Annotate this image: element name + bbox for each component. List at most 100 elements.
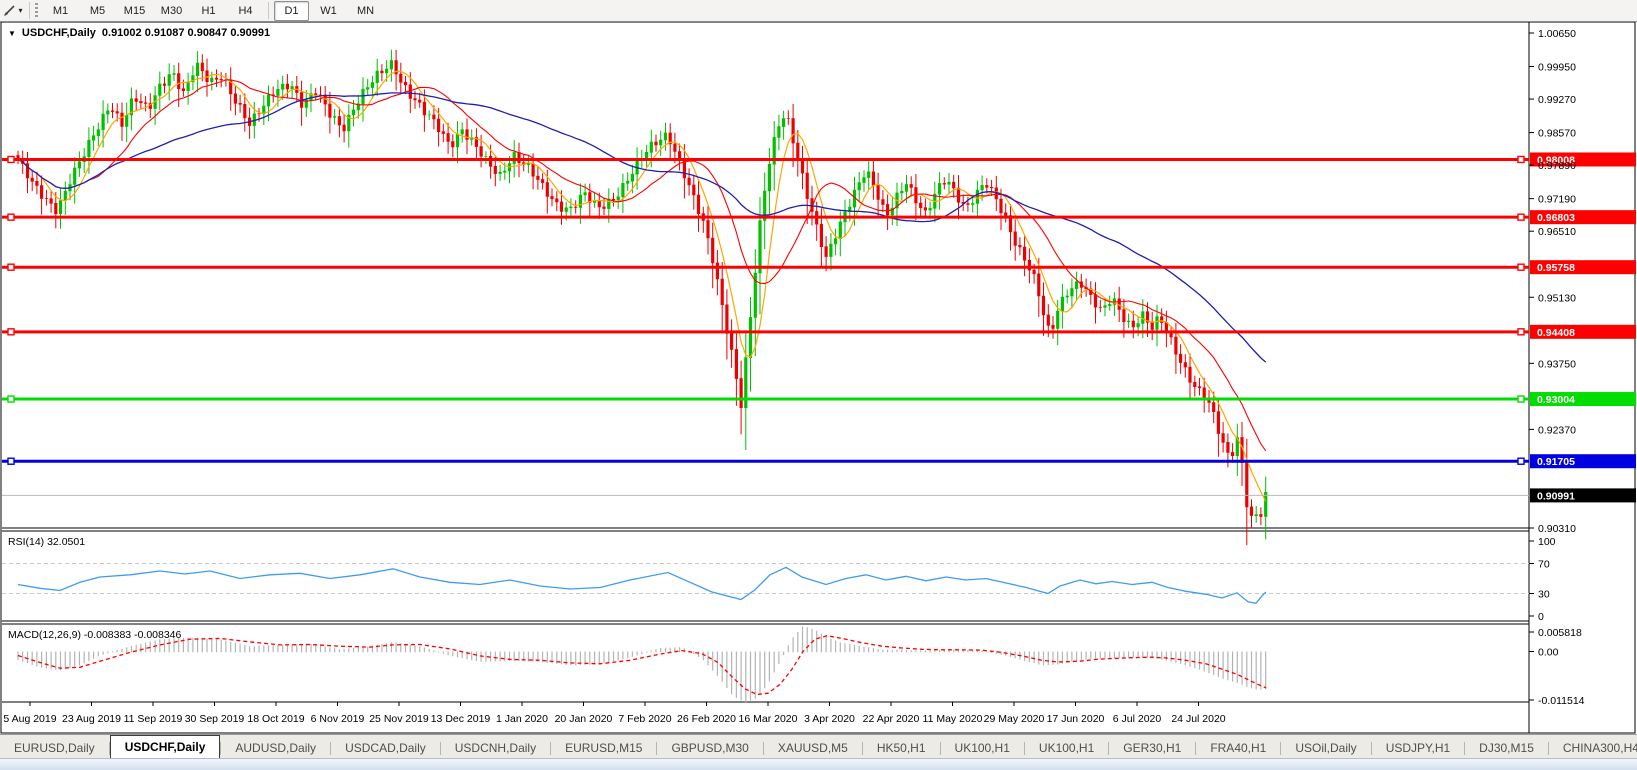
rsi-axis-label: 0: [1538, 611, 1544, 623]
price-tag-text: 0.93004: [1537, 394, 1575, 406]
date-label: 24 Jul 2020: [1171, 713, 1225, 725]
chart-tab-hk50-h1[interactable]: HK50,H1: [863, 738, 940, 759]
timeframe-button-mn[interactable]: MN: [348, 1, 383, 21]
toolbar-separator: [29, 2, 30, 19]
chart-tab-fra40-h1[interactable]: FRA40,H1: [1196, 738, 1280, 759]
chart-tab-usdjpy-h1[interactable]: USDJPY,H1: [1372, 738, 1464, 759]
price-axis-label: 1.00650: [1538, 28, 1576, 40]
price-tag-text: 0.95758: [1537, 262, 1575, 274]
line-anchor-right[interactable]: [1517, 263, 1525, 271]
line-anchor-left[interactable]: [7, 155, 15, 164]
date-label: 6 Jul 2020: [1113, 713, 1162, 725]
date-label: 13 Dec 2019: [431, 713, 491, 725]
price-tag-text: 0.94408: [1537, 327, 1575, 339]
chart-tab-xauusd-m5[interactable]: XAUUSD,M5: [764, 738, 862, 759]
chart-tab-uk100-h1[interactable]: UK100,H1: [1025, 738, 1108, 759]
chart-tab-usdcnh-daily[interactable]: USDCNH,Daily: [441, 738, 550, 759]
line-anchor-left[interactable]: [7, 395, 15, 403]
date-label: 26 Feb 2020: [677, 713, 736, 725]
line-anchor-left[interactable]: [7, 328, 15, 336]
chevron-down-icon: ▾: [18, 6, 23, 15]
date-label: 3 Apr 2020: [804, 713, 855, 725]
date-label: 25 Nov 2019: [369, 713, 429, 725]
line-anchor-right[interactable]: [1517, 155, 1525, 164]
timeframe-button-m1[interactable]: M1: [43, 1, 78, 21]
chart-tab-usdchf-daily[interactable]: USDCHF,Daily: [109, 735, 221, 759]
timeframe-toolbar: ▾ M1 M5 M15 M30 H1 H4 D1 W1 MN: [0, 0, 1637, 22]
chart-tab-eurusd-m15[interactable]: EURUSD,M15: [551, 738, 656, 759]
chart-title[interactable]: ▼ USDCHF,Daily 0.91002 0.91087 0.90847 0…: [8, 27, 270, 39]
chart-tab-eurusd-daily[interactable]: EURUSD,Daily: [0, 738, 109, 759]
macd-histogram: [17, 626, 1267, 703]
timeframe-button-h1[interactable]: H1: [191, 1, 226, 21]
crosshair-cursor-tool[interactable]: ▾: [0, 1, 26, 20]
macd-axis-label: 0.00: [1538, 647, 1559, 659]
crosshair-icon: [4, 5, 16, 16]
chart-tab-china300-h4[interactable]: CHINA300,H4: [1549, 738, 1637, 759]
price-axis-label: 0.99950: [1538, 62, 1576, 74]
timeframe-button-m30[interactable]: M30: [154, 1, 189, 21]
date-label: 29 May 2020: [984, 713, 1045, 725]
timeframe-button-m15[interactable]: M15: [117, 1, 152, 21]
date-label: 17 Jun 2020: [1047, 713, 1105, 725]
toolbar-separator: [268, 2, 269, 19]
price-tag-text: 0.96803: [1537, 212, 1575, 224]
line-anchor-left[interactable]: [7, 213, 15, 221]
price-axis-label: 0.93750: [1538, 358, 1576, 370]
chart-tab-usdcad-daily[interactable]: USDCAD,Daily: [331, 738, 440, 759]
price-axis-label: 0.95130: [1538, 292, 1576, 304]
date-label: 16 Mar 2020: [739, 713, 798, 725]
date-label: 30 Sep 2019: [185, 713, 245, 725]
chevron-down-icon: ▼: [8, 28, 16, 38]
price-axis-label: 0.90310: [1538, 523, 1576, 535]
price-axis-label: 0.98570: [1538, 128, 1576, 140]
macd-axis-label: -0.011514: [1538, 695, 1585, 707]
price-axis-label: 0.97890: [1538, 160, 1576, 172]
rsi-axis-label: 100: [1538, 536, 1556, 548]
price-axis-label: 0.96510: [1538, 226, 1576, 238]
price-axis-label: 0.97190: [1538, 194, 1576, 206]
mt4-window: ▾ M1 M5 M15 M30 H1 H4 D1 W1 MN 0.98008 0.96803 0.9…: [0, 0, 1637, 770]
current-price-tag-text: 0.90991: [1537, 490, 1575, 502]
price-tag-text: 0.91705: [1537, 456, 1575, 468]
timeframe-button-h4[interactable]: H4: [228, 1, 263, 21]
line-anchor-left[interactable]: [7, 263, 15, 271]
symbol-period-label: USDCHF,Daily: [21, 27, 96, 39]
date-label: 6 Nov 2019: [311, 713, 365, 725]
chart-window: 0.98008 0.96803 0.95758 0.94408 0.93004 0.917…: [0, 21, 1637, 734]
chart-tab-usoil-daily[interactable]: USOil,Daily: [1281, 738, 1370, 759]
date-label: 5 Aug 2019: [3, 713, 56, 725]
line-anchor-left[interactable]: [7, 457, 15, 465]
date-label: 11 May 2020: [923, 713, 983, 725]
line-anchor-right[interactable]: [1517, 213, 1525, 221]
ohlc-values: 0.91002 0.91087 0.90847 0.90991: [101, 27, 271, 39]
macd-axis-label: 0.005818: [1538, 627, 1582, 639]
chart-tab-ger30-h1[interactable]: GER30,H1: [1109, 738, 1195, 759]
date-label: 22 Apr 2020: [863, 713, 920, 725]
macd-signal-line: [17, 635, 1267, 696]
price-axis-label: 0.92370: [1538, 424, 1576, 436]
chart-tab-gbpusd-m30[interactable]: GBPUSD,M30: [657, 738, 762, 759]
timeframe-button-m5[interactable]: M5: [80, 1, 115, 21]
line-anchor-right[interactable]: [1517, 395, 1525, 403]
rsi-label: RSI(14) 32.0501: [8, 536, 86, 548]
line-anchor-right[interactable]: [1517, 457, 1525, 465]
date-label: 18 Oct 2019: [247, 713, 304, 725]
line-anchor-right[interactable]: [1517, 328, 1525, 336]
chart-tab-uk100-h1[interactable]: UK100,H1: [941, 738, 1024, 759]
chart-canvas: 0.980080.968030.957580.944080.930040.917…: [0, 21, 1636, 734]
status-bar: [0, 758, 1637, 770]
timeframe-button-w1[interactable]: W1: [311, 1, 346, 21]
rsi-axis-label: 70: [1538, 559, 1550, 571]
date-label: 23 Aug 2019: [62, 713, 121, 725]
toolbar-grip[interactable]: [35, 3, 38, 18]
chart-tab-dj30-m15[interactable]: DJ30,M15: [1465, 738, 1548, 759]
chart-tab-audusd-daily[interactable]: AUDUSD,Daily: [221, 738, 330, 759]
price-axis-label: 0.99270: [1538, 94, 1576, 106]
rsi-line: [17, 566, 1267, 605]
timeframe-button-d1[interactable]: D1: [274, 0, 309, 21]
date-label: 1 Jan 2020: [496, 713, 548, 725]
macd-label: MACD(12,26,9) -0.008383 -0.008346: [8, 629, 182, 641]
chart-tab-bar: EURUSD,Daily USDCHF,Daily AUDUSD,Daily USDC…: [0, 734, 1637, 759]
date-label: 20 Jan 2020: [555, 713, 613, 725]
